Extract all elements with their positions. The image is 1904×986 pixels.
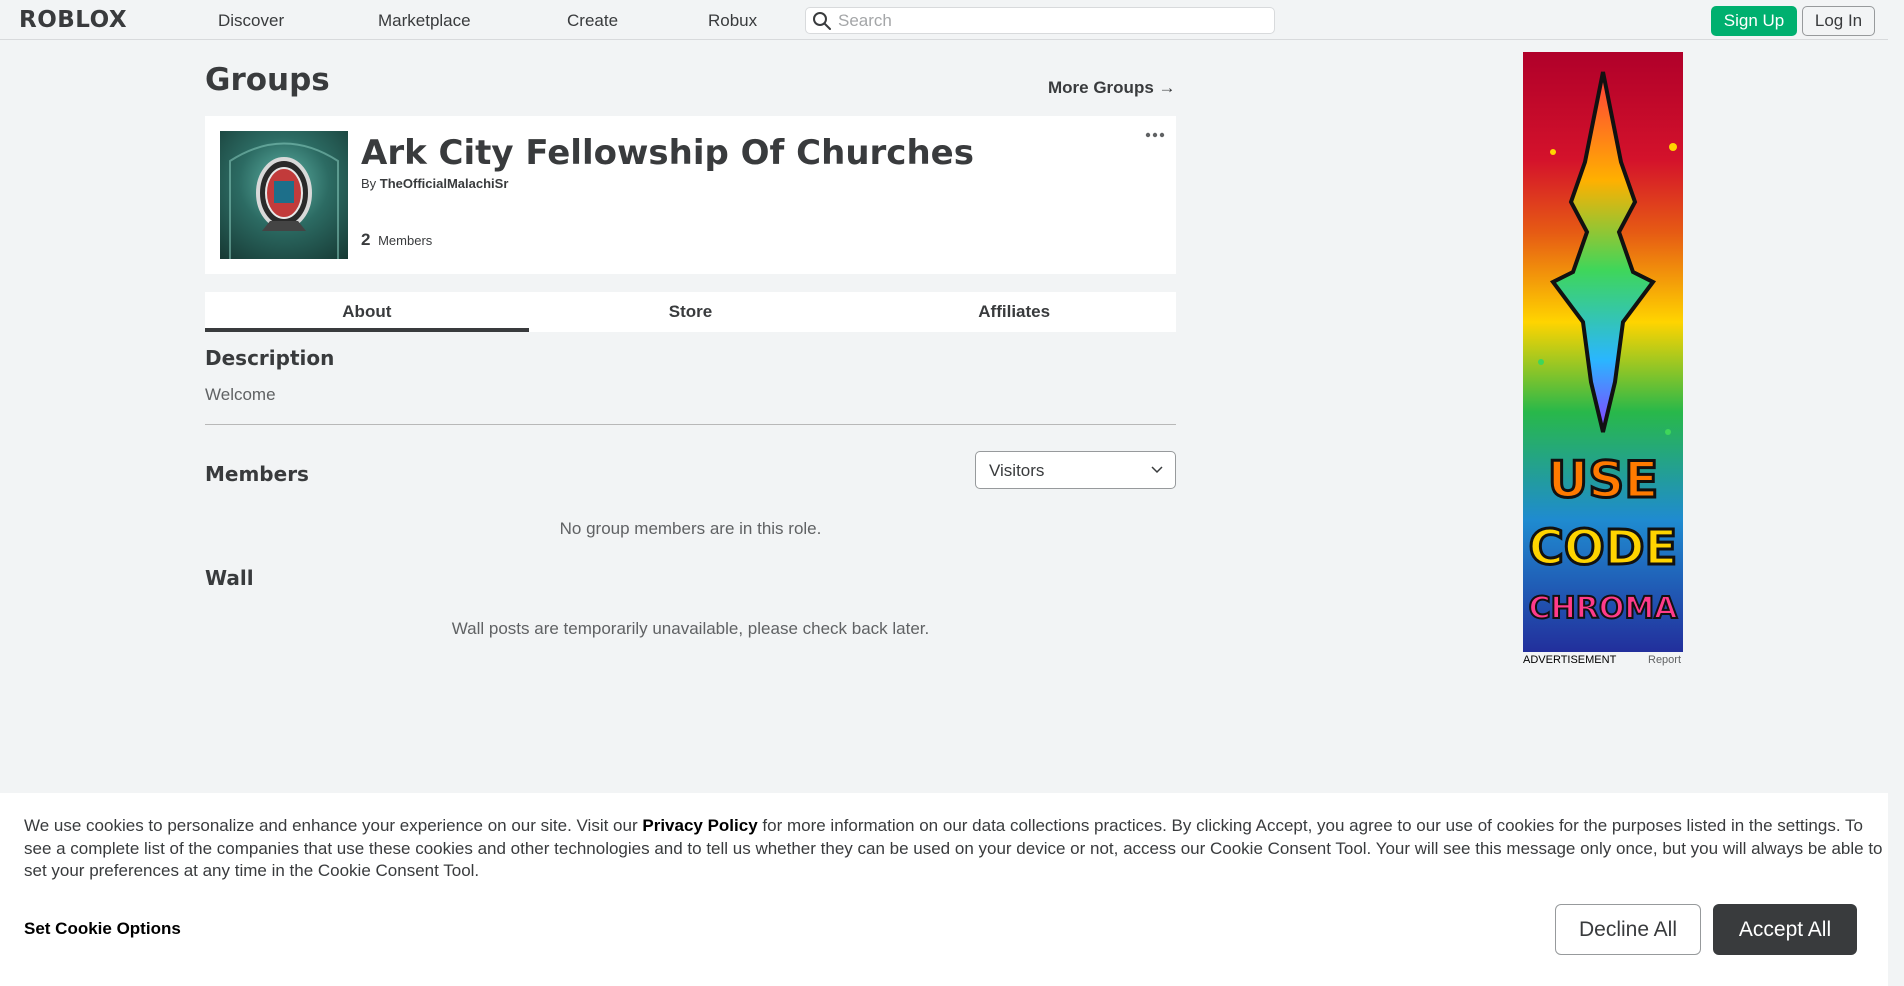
nav-discover[interactable]: Discover (218, 11, 284, 31)
signup-button[interactable]: Sign Up (1711, 6, 1797, 36)
decline-all-button[interactable]: Decline All (1555, 904, 1701, 955)
member-count-value: 2 (361, 230, 371, 249)
group-owner: By TheOfficialMalachiSr (361, 176, 508, 191)
by-label: By (361, 176, 377, 191)
role-dropdown-value: Visitors (989, 461, 1045, 480)
nav-robux[interactable]: Robux (708, 11, 757, 31)
ad-report-link[interactable]: Report (1648, 654, 1681, 666)
accept-all-button[interactable]: Accept All (1713, 904, 1857, 955)
group-name: Ark City Fellowship Of Churches (361, 133, 974, 173)
owner-link[interactable]: TheOfficialMalachiSr (380, 176, 509, 191)
ad-text-line-2: CODE (1529, 520, 1678, 576)
role-dropdown[interactable]: Visitors (975, 451, 1176, 489)
search-box[interactable] (805, 7, 1275, 34)
ad-text-line-3: CHROMA (1529, 591, 1679, 626)
set-cookie-options-link[interactable]: Set Cookie Options (24, 919, 181, 939)
emblem-graphic (229, 142, 339, 259)
cookie-message: We use cookies to personalize and enhanc… (24, 815, 1884, 883)
advertisement-banner[interactable]: USE CODE CHROMA (1523, 52, 1683, 652)
top-navigation: ROBLOX Discover Marketplace Create Robux… (0, 0, 1904, 40)
group-tabs: About Store Affiliates (205, 292, 1176, 332)
wall-empty-message: Wall posts are temporarily unavailable, … (451, 619, 930, 638)
tab-store[interactable]: Store (529, 292, 853, 332)
members-label: Members (378, 233, 433, 248)
tab-affiliates[interactable]: Affiliates (852, 292, 1176, 332)
login-button[interactable]: Log In (1802, 6, 1875, 36)
group-emblem-image (220, 131, 348, 259)
advertisement-label: ADVERTISEMENT (1523, 654, 1617, 666)
page-title: Groups (205, 62, 330, 98)
scrollbar[interactable] (1888, 0, 1904, 986)
privacy-policy-link[interactable]: Privacy Policy (642, 816, 757, 835)
members-empty-message: No group members are in this role. (559, 519, 822, 538)
group-header-card: Ark City Fellowship Of Churches By TheOf… (205, 116, 1176, 274)
nav-create[interactable]: Create (567, 11, 618, 31)
description-heading: Description (205, 346, 335, 370)
search-input[interactable] (838, 10, 1268, 32)
ad-text-line-1: USE (1548, 451, 1659, 509)
roblox-logo[interactable]: ROBLOX (19, 8, 127, 32)
section-divider (205, 424, 1176, 425)
members-heading: Members (205, 462, 309, 486)
more-options-icon[interactable] (1145, 130, 1165, 140)
more-groups-link[interactable]: More Groups → (1048, 78, 1176, 98)
search-icon (813, 12, 831, 30)
cookie-banner: We use cookies to personalize and enhanc… (0, 793, 1888, 986)
description-text: Welcome (205, 385, 276, 404)
member-count: 2 Members (361, 230, 432, 250)
ad-artwork: USE CODE CHROMA (1527, 71, 1679, 627)
tab-about[interactable]: About (205, 292, 529, 332)
chevron-down-icon (1151, 466, 1163, 474)
wall-heading: Wall (205, 566, 254, 590)
cookie-text-before: We use cookies to personalize and enhanc… (24, 816, 643, 835)
nav-marketplace[interactable]: Marketplace (378, 11, 471, 31)
